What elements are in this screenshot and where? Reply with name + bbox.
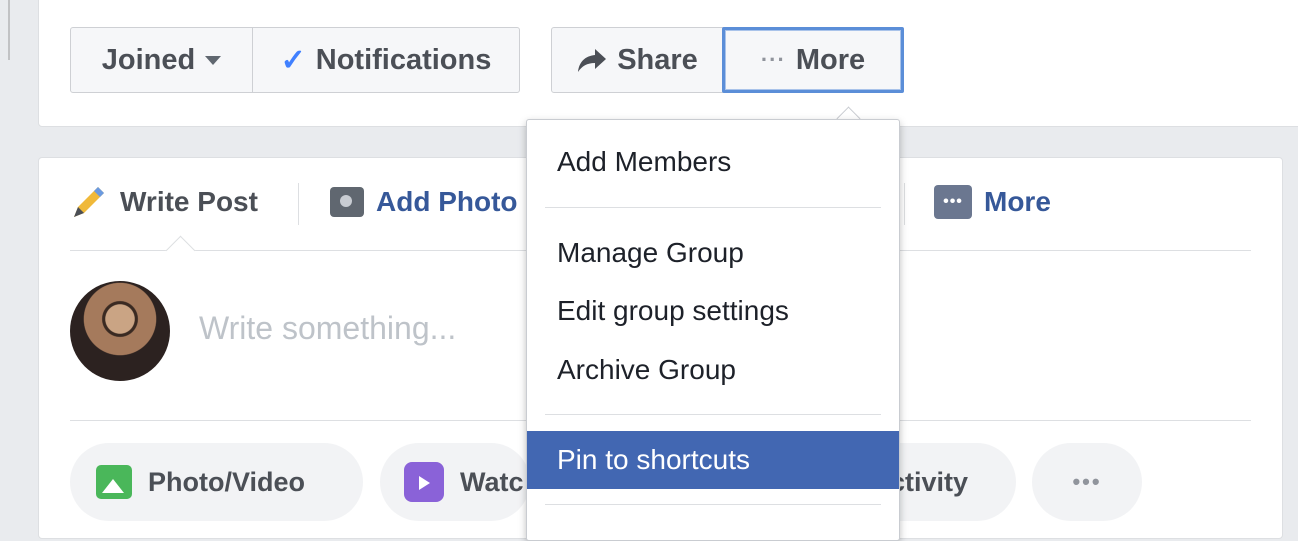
tab-add-photo-label: Add Photo xyxy=(376,186,518,217)
watch-label: Watc xyxy=(460,466,524,497)
notifications-button[interactable]: ✓ Notifications xyxy=(252,27,520,93)
tab-add-photo[interactable]: Add Photo xyxy=(330,182,518,222)
joined-label: Joined xyxy=(101,43,196,76)
page-background xyxy=(0,0,10,527)
watch-icon xyxy=(404,462,444,502)
write-something-input[interactable]: Write something... xyxy=(199,310,456,347)
menu-item-edit-group-settings[interactable]: Edit group settings xyxy=(527,282,899,340)
menu-separator xyxy=(545,207,881,208)
more-dropdown-menu: Add Members Manage Group Edit group sett… xyxy=(526,119,900,541)
tab-write-post-label: Write Post xyxy=(120,186,258,217)
left-divider xyxy=(8,0,10,60)
menu-separator xyxy=(545,414,881,415)
menu-separator xyxy=(545,504,881,505)
menu-item-manage-group[interactable]: Manage Group xyxy=(527,224,899,282)
tab-more-label: More xyxy=(984,186,1051,217)
avatar[interactable] xyxy=(70,281,170,381)
photo-video-button[interactable]: Photo/Video xyxy=(70,443,363,521)
photo-icon xyxy=(96,465,132,499)
activity-label: ctivity xyxy=(890,466,969,497)
more-options-button[interactable]: ••• xyxy=(1032,443,1142,521)
menu-item-label: Archive Group xyxy=(557,354,736,385)
tab-write-post[interactable]: Write Post xyxy=(70,182,258,222)
menu-item-pin-to-shortcuts[interactable]: Pin to shortcuts xyxy=(527,431,899,489)
photo-video-label: Photo/Video xyxy=(148,466,306,497)
feeling-activity-button[interactable]: ctivity xyxy=(890,443,1016,521)
menu-item-label: Manage Group xyxy=(557,237,744,268)
share-arrow-icon xyxy=(578,49,607,72)
pencil-icon xyxy=(74,187,104,217)
menu-item-label: Pin to shortcuts xyxy=(557,444,750,475)
more-options-dots: ••• xyxy=(1072,469,1102,494)
more-button[interactable]: ··· More xyxy=(722,27,904,93)
watch-party-button[interactable]: Watc xyxy=(380,443,530,521)
menu-item-add-members[interactable]: Add Members xyxy=(527,133,899,191)
share-button[interactable]: Share xyxy=(551,27,724,93)
menu-item-label: Add Members xyxy=(557,146,732,177)
more-dots-icon: ••• xyxy=(934,185,972,219)
more-label: More xyxy=(795,43,866,76)
joined-button[interactable]: Joined xyxy=(70,27,253,93)
tab-divider xyxy=(298,183,299,225)
check-icon: ✓ xyxy=(280,43,306,77)
tab-divider xyxy=(904,183,905,225)
camera-icon xyxy=(330,187,364,217)
caret-down-icon xyxy=(205,55,222,65)
notifications-label: Notifications xyxy=(315,43,492,76)
menu-item-archive-group[interactable]: Archive Group xyxy=(527,341,899,399)
menu-item-label: Edit group settings xyxy=(557,295,789,326)
more-dots-icon: ··· xyxy=(760,47,786,72)
tab-more[interactable]: ••• More xyxy=(934,182,1051,222)
share-label: Share xyxy=(617,43,698,76)
